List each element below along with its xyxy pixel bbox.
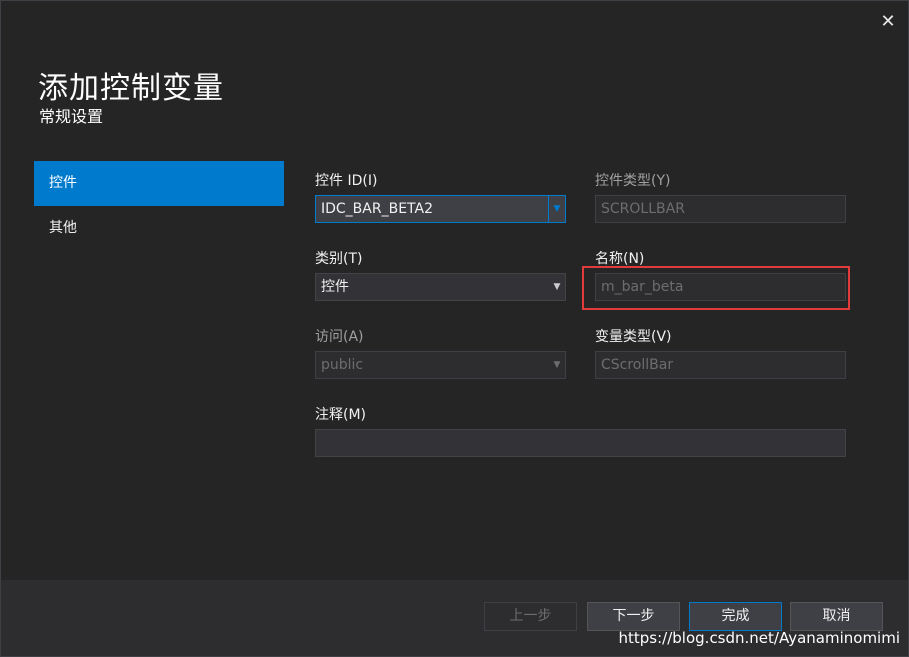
chevron-down-icon: ▼ [553,360,561,370]
settings-nav: 控件 其他 [34,161,284,251]
category-value: 控件 [321,279,349,295]
category-label: 类别(T) [315,251,363,267]
variable-type-value: CScrollBar [601,357,674,373]
control-type-field: SCROLLBAR [595,195,846,223]
annotation-highlight-box [582,266,850,310]
control-type-value: SCROLLBAR [601,201,685,217]
cancel-button[interactable]: 取消 [790,602,883,631]
comment-label: 注释(M) [315,407,367,423]
dialog-subtitle: 常规设置 [39,107,104,126]
control-type-label: 控件类型(Y) [595,173,671,189]
nav-item-controls[interactable]: 控件 [34,161,284,206]
access-value: public [321,357,364,373]
nav-item-other[interactable]: 其他 [34,206,284,251]
chevron-down-icon[interactable]: ▼ [548,196,565,222]
name-label: 名称(N) [595,251,645,267]
prev-button: 上一步 [484,602,577,631]
chevron-down-icon[interactable]: ▼ [549,274,565,300]
variable-type-field: CScrollBar [595,351,846,379]
dialog-title: 添加控制变量 [38,71,224,106]
variable-type-label: 变量类型(V) [595,329,672,345]
control-id-combobox[interactable]: IDC_BAR_BETA2 ▼ [315,195,566,223]
control-id-label: 控件 ID(I) [315,173,378,189]
close-icon[interactable]: ✕ [878,11,898,32]
control-id-value: IDC_BAR_BETA2 [321,201,433,217]
access-combobox: public ▼ [315,351,566,379]
access-label: 访问(A) [315,329,364,345]
next-button[interactable]: 下一步 [587,602,680,631]
comment-field[interactable] [315,429,846,457]
watermark-text: https://blog.csdn.net/Ayanaminomimi [618,629,900,647]
category-combobox[interactable]: 控件 ▼ [315,273,566,301]
add-control-variable-dialog: ✕ 添加控制变量 常规设置 控件 其他 控件 ID(I) IDC_BAR_BET… [0,0,909,657]
finish-button[interactable]: 完成 [689,602,782,631]
